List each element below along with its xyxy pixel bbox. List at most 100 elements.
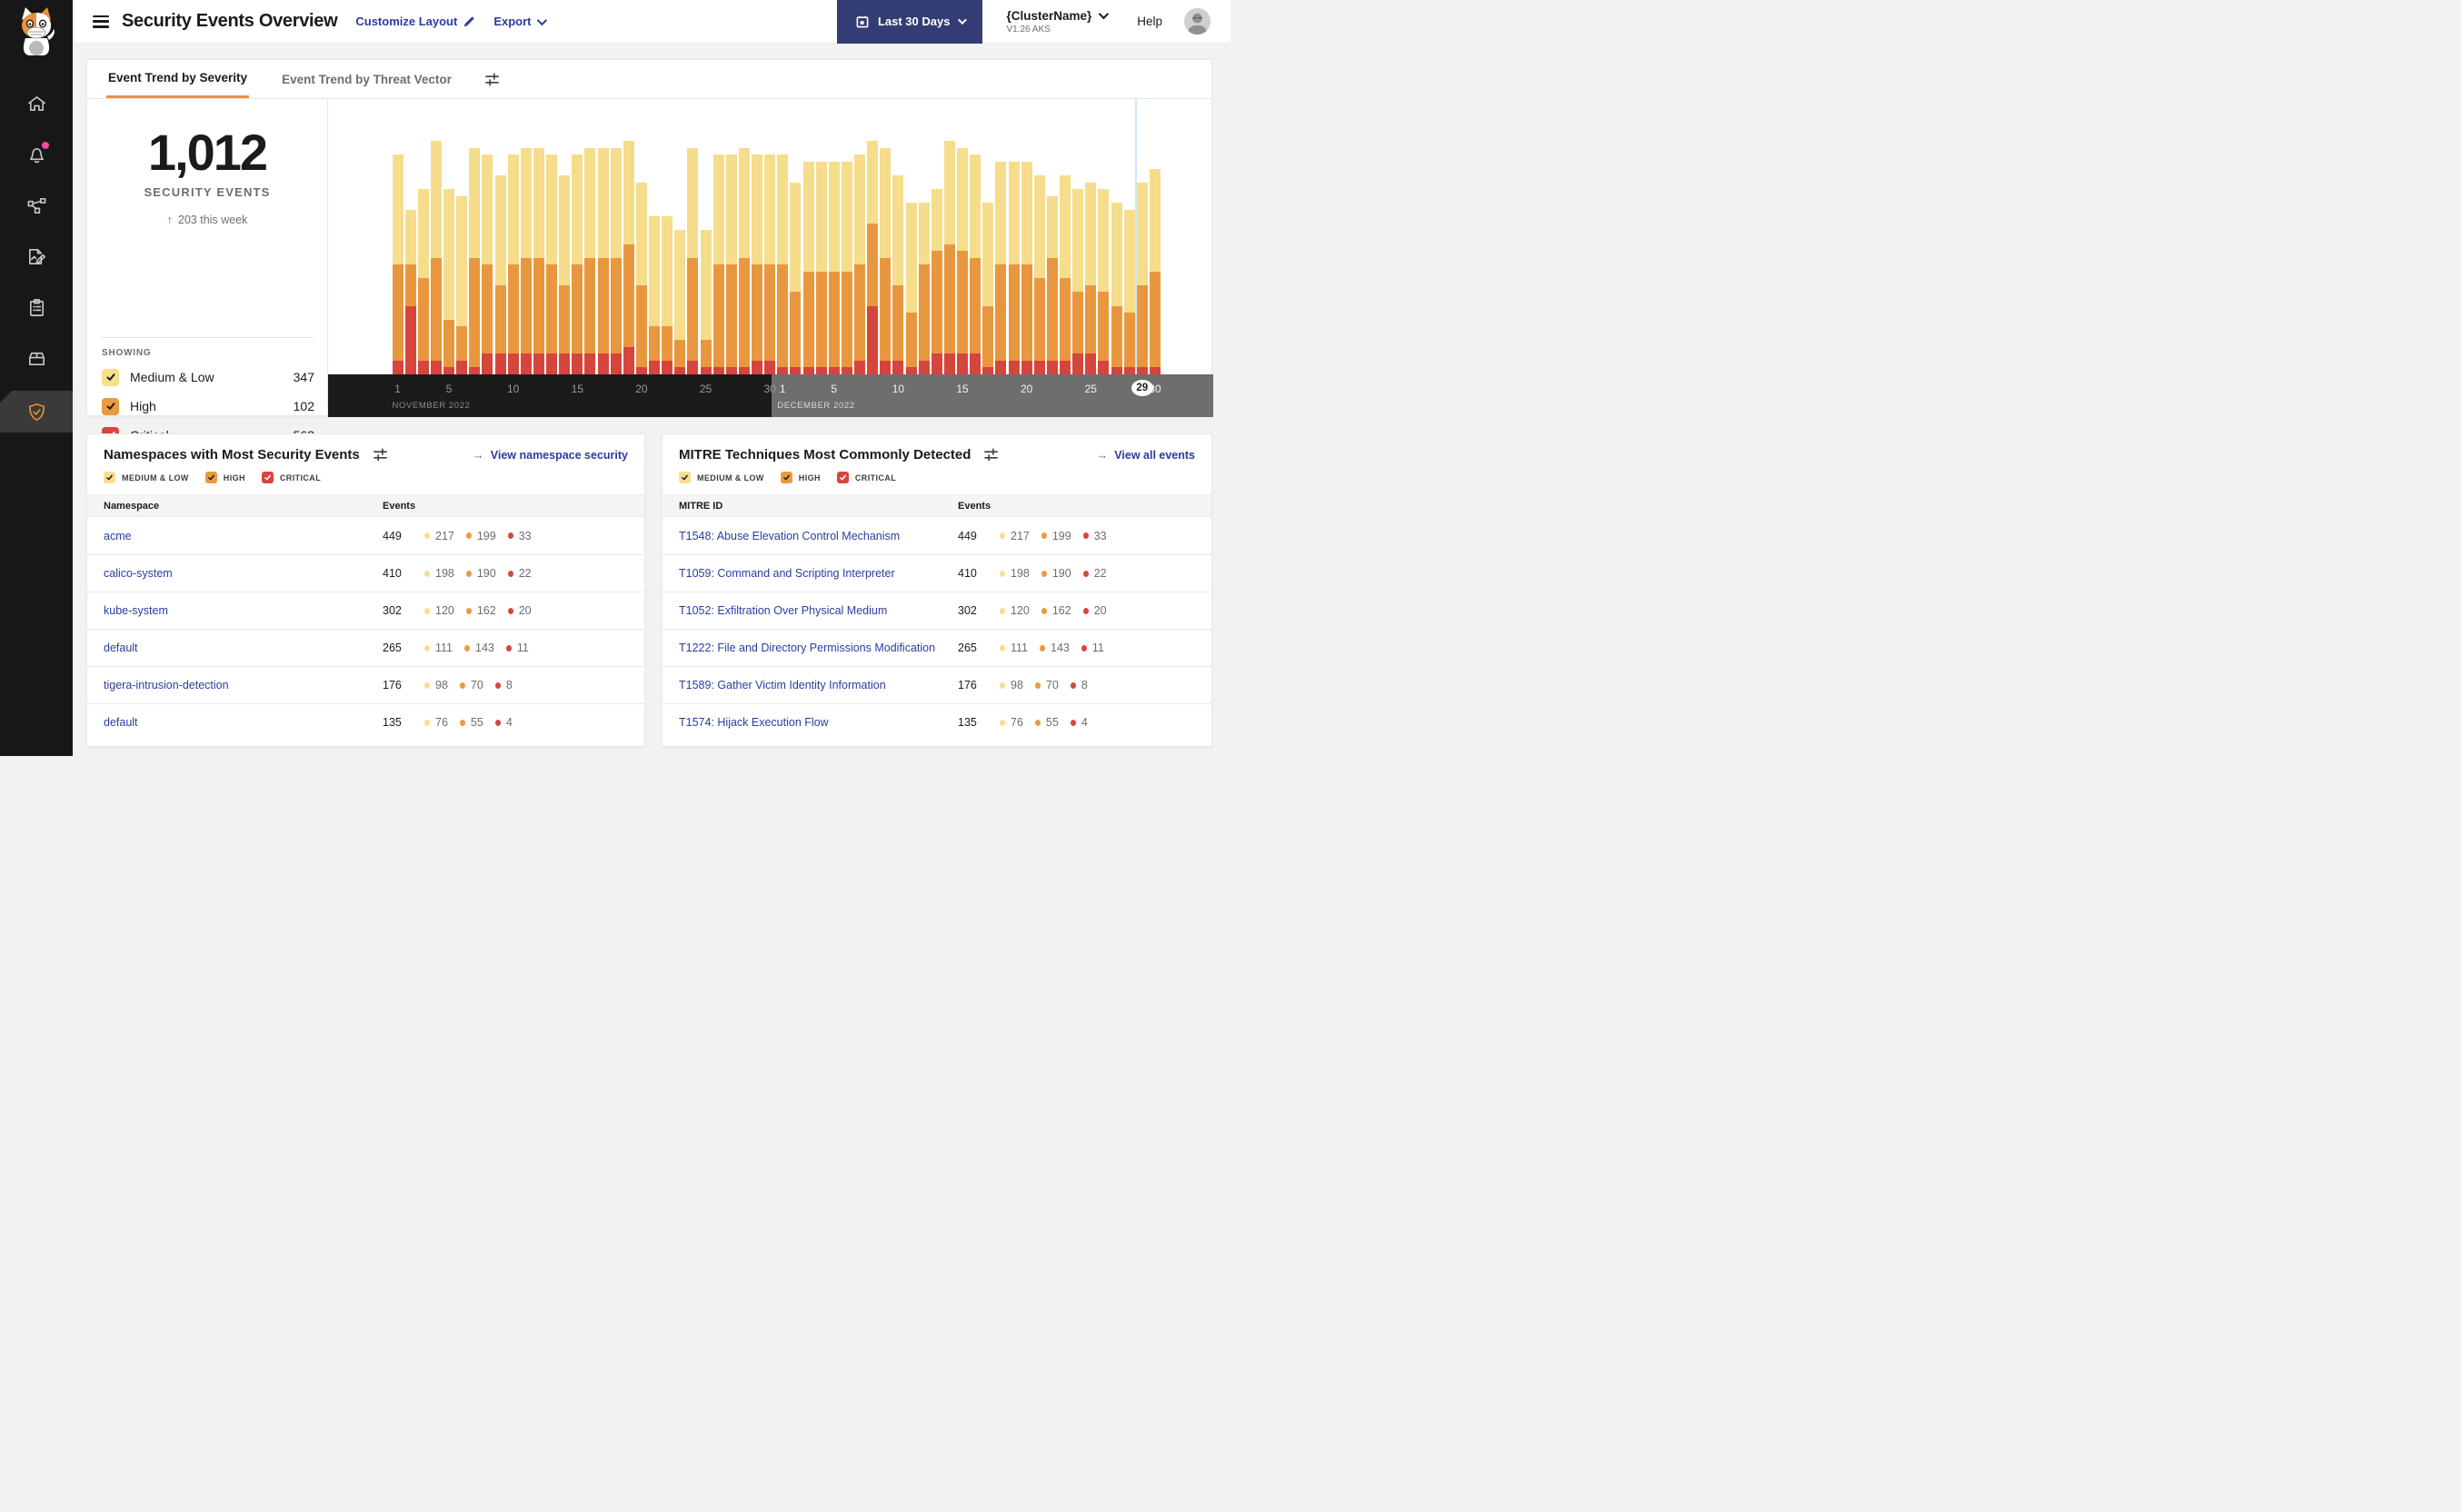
chart-bar[interactable] xyxy=(687,147,699,374)
checkbox-checked[interactable] xyxy=(102,368,119,386)
cluster-selector[interactable]: {ClusterName} V1.26 AKS xyxy=(1006,9,1110,35)
sidebar-item-security[interactable] xyxy=(0,391,73,433)
chart-bar[interactable] xyxy=(674,230,686,374)
row-link[interactable]: T1548: Abuse Elevation Control Mechanism xyxy=(663,530,958,542)
chart-bar[interactable] xyxy=(623,141,634,374)
chart-bar[interactable] xyxy=(995,161,1007,374)
chart-bar[interactable] xyxy=(584,147,596,374)
chart-bar[interactable] xyxy=(482,154,493,374)
chart-bar[interactable] xyxy=(712,154,724,374)
row-link[interactable]: tigera-intrusion-detection xyxy=(87,679,383,691)
chart-bar[interactable] xyxy=(533,147,544,374)
chart-bar[interactable] xyxy=(494,175,506,374)
tab-event-trend-by-threat-vector[interactable]: Event Trend by Threat Vector xyxy=(280,60,453,98)
chart-bar[interactable] xyxy=(597,147,609,374)
chart-bar[interactable] xyxy=(507,154,519,374)
chart-bar[interactable] xyxy=(892,175,904,374)
chart-bar[interactable] xyxy=(957,147,968,374)
severity-pill-critical[interactable]: CRITICAL xyxy=(836,472,896,483)
chart-bar[interactable] xyxy=(841,161,852,374)
chart-bar[interactable] xyxy=(469,147,481,374)
sidebar-item-alerts[interactable] xyxy=(0,129,73,180)
chart-bar[interactable] xyxy=(725,154,737,374)
chart-bar[interactable] xyxy=(546,154,557,374)
sidebar-item-home[interactable] xyxy=(0,78,73,129)
row-link[interactable]: default xyxy=(87,642,383,654)
chart-bar[interactable] xyxy=(777,154,789,374)
chart-bar[interactable] xyxy=(918,203,930,374)
row-link[interactable]: T1059: Command and Scripting Interpreter xyxy=(663,567,958,580)
checkbox-checked[interactable] xyxy=(204,472,217,483)
chart-bar[interactable] xyxy=(1021,161,1032,374)
chart-bar[interactable] xyxy=(1123,209,1135,374)
chart-bar[interactable] xyxy=(404,209,416,374)
chart-bar[interactable] xyxy=(1149,168,1161,374)
date-range-button[interactable]: Last 30 Days xyxy=(836,0,983,44)
severity-pill-medium-low[interactable]: MEDIUM & LOW xyxy=(679,472,764,483)
checkbox-checked[interactable] xyxy=(104,472,115,483)
chart-bar[interactable] xyxy=(1060,175,1071,374)
chart-bar[interactable] xyxy=(649,216,660,374)
calico-cat-logo[interactable] xyxy=(13,5,60,56)
checkbox-checked[interactable] xyxy=(102,397,119,415)
severity-pill-medium-low[interactable]: MEDIUM & LOW xyxy=(104,472,189,483)
chart-bar[interactable] xyxy=(752,154,762,374)
chart-bar[interactable] xyxy=(815,161,827,374)
severity-pill-high[interactable]: HIGH xyxy=(204,472,245,483)
row-link[interactable]: T1589: Gather Victim Identity Informatio… xyxy=(663,679,958,691)
chart-bar[interactable] xyxy=(931,189,942,374)
view-namespace-security-link[interactable]: → View namespace security xyxy=(473,448,628,462)
view-all-events-link[interactable]: → View all events xyxy=(1096,448,1195,462)
row-link[interactable]: acme xyxy=(87,530,383,542)
row-link[interactable]: kube-system xyxy=(87,604,383,617)
checkbox-checked[interactable] xyxy=(780,472,792,483)
chart-bar[interactable] xyxy=(1136,182,1148,374)
sidebar-item-service-graph[interactable] xyxy=(0,180,73,231)
chart-bar[interactable] xyxy=(905,203,917,374)
chart-bar[interactable] xyxy=(520,147,532,374)
chart-bar[interactable] xyxy=(392,154,404,374)
sidebar-item-compliance[interactable] xyxy=(0,282,73,333)
chart-bar[interactable] xyxy=(867,141,879,374)
tab-event-trend-by-severity[interactable]: Event Trend by Severity xyxy=(106,60,250,98)
checkbox-checked[interactable] xyxy=(679,472,691,483)
chart-bar[interactable] xyxy=(970,154,981,374)
sidebar-item-reports[interactable] xyxy=(0,231,73,282)
row-link[interactable]: default xyxy=(87,716,383,729)
chart-bar[interactable] xyxy=(828,161,840,374)
chart-bar[interactable] xyxy=(1033,175,1045,374)
export-button[interactable]: Export xyxy=(493,15,547,28)
chart-bar[interactable] xyxy=(559,175,571,374)
row-link[interactable]: calico-system xyxy=(87,567,383,580)
chart-bar[interactable] xyxy=(1085,182,1097,374)
chart-bar[interactable] xyxy=(456,195,468,374)
chart-bar[interactable] xyxy=(764,154,776,374)
chart-bar[interactable] xyxy=(430,141,442,374)
chart-bar[interactable] xyxy=(982,203,994,374)
chart-bar[interactable] xyxy=(572,154,583,374)
chart-bar[interactable] xyxy=(1111,203,1122,374)
chart-bar[interactable] xyxy=(635,182,647,374)
chart-bar[interactable] xyxy=(738,147,750,374)
hamburger-menu-icon[interactable] xyxy=(93,15,109,28)
chart-bar[interactable] xyxy=(1098,189,1110,374)
sidebar-item-workloads[interactable] xyxy=(0,333,73,383)
chart-filter-sliders-icon[interactable] xyxy=(484,60,500,98)
chart-bar[interactable] xyxy=(417,189,429,374)
row-link[interactable]: T1222: File and Directory Permissions Mo… xyxy=(663,642,958,654)
avatar[interactable] xyxy=(1184,8,1211,35)
chart-bar[interactable] xyxy=(1046,195,1058,374)
namespaces-filter-sliders-icon[interactable] xyxy=(373,447,388,463)
chart-bar[interactable] xyxy=(1008,161,1020,374)
severity-pill-critical[interactable]: CRITICAL xyxy=(261,472,321,483)
chart-bar[interactable] xyxy=(802,161,814,374)
row-link[interactable]: T1052: Exfiltration Over Physical Medium xyxy=(663,604,958,617)
chart-bar[interactable] xyxy=(880,147,892,374)
customize-layout-link[interactable]: Customize Layout xyxy=(355,15,475,28)
chart-bar[interactable] xyxy=(662,216,673,374)
severity-pill-high[interactable]: HIGH xyxy=(780,472,821,483)
checkbox-checked[interactable] xyxy=(261,472,274,483)
chart-bar[interactable] xyxy=(443,189,454,374)
chart-bar[interactable] xyxy=(1072,189,1084,374)
help-link[interactable]: Help xyxy=(1137,15,1162,28)
